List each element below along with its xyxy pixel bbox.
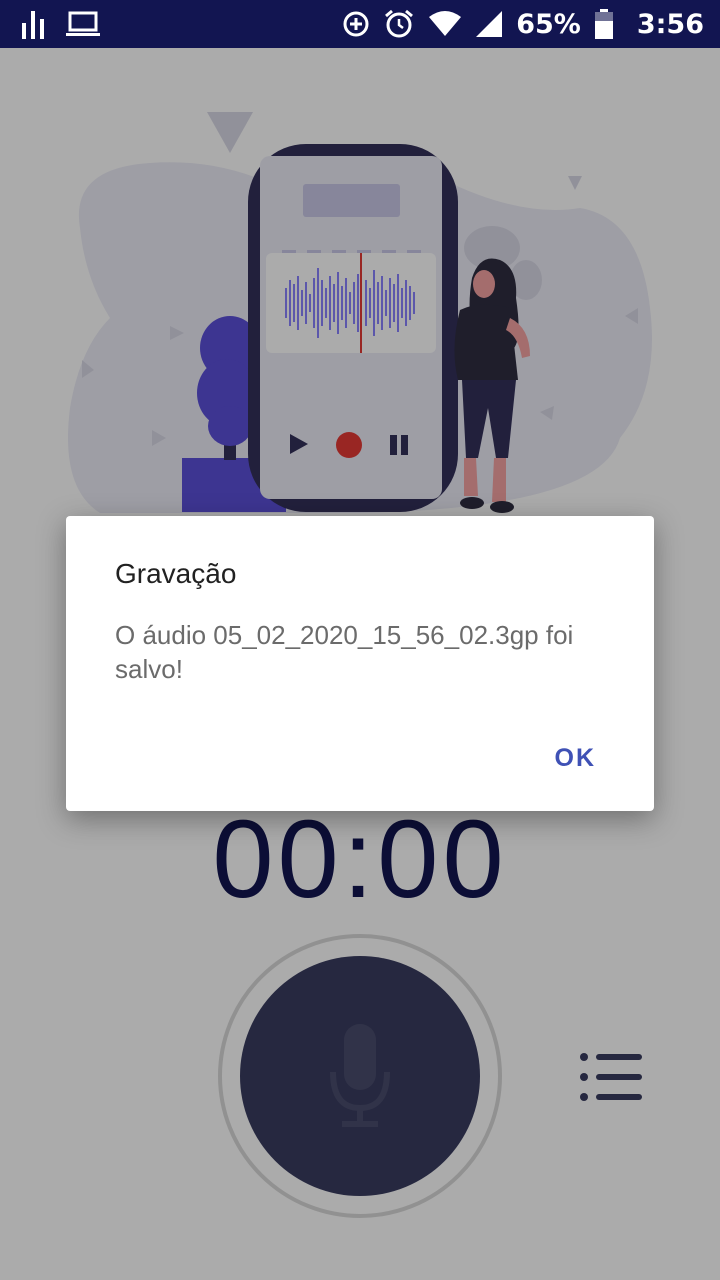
- laptop-icon: [66, 11, 100, 36]
- clock: 3:56: [636, 8, 704, 40]
- ok-button[interactable]: OK: [537, 738, 615, 779]
- data-saver-icon: [343, 11, 369, 37]
- dialog-title: Gravação: [115, 558, 237, 589]
- wifi-icon: [429, 11, 462, 36]
- cell-signal-icon: [476, 11, 503, 37]
- battery-icon: [594, 9, 613, 39]
- signal-bars-icon: [22, 11, 44, 39]
- save-confirmation-dialog: Gravação O áudio 05_02_2020_15_56_02.3gp…: [66, 516, 654, 811]
- battery-percent: 65%: [516, 8, 581, 40]
- dialog-message: O áudio 05_02_2020_15_56_02.3gp foi salv…: [115, 620, 574, 684]
- status-bar: 65% 3:56: [0, 0, 720, 48]
- alarm-icon: [385, 9, 414, 38]
